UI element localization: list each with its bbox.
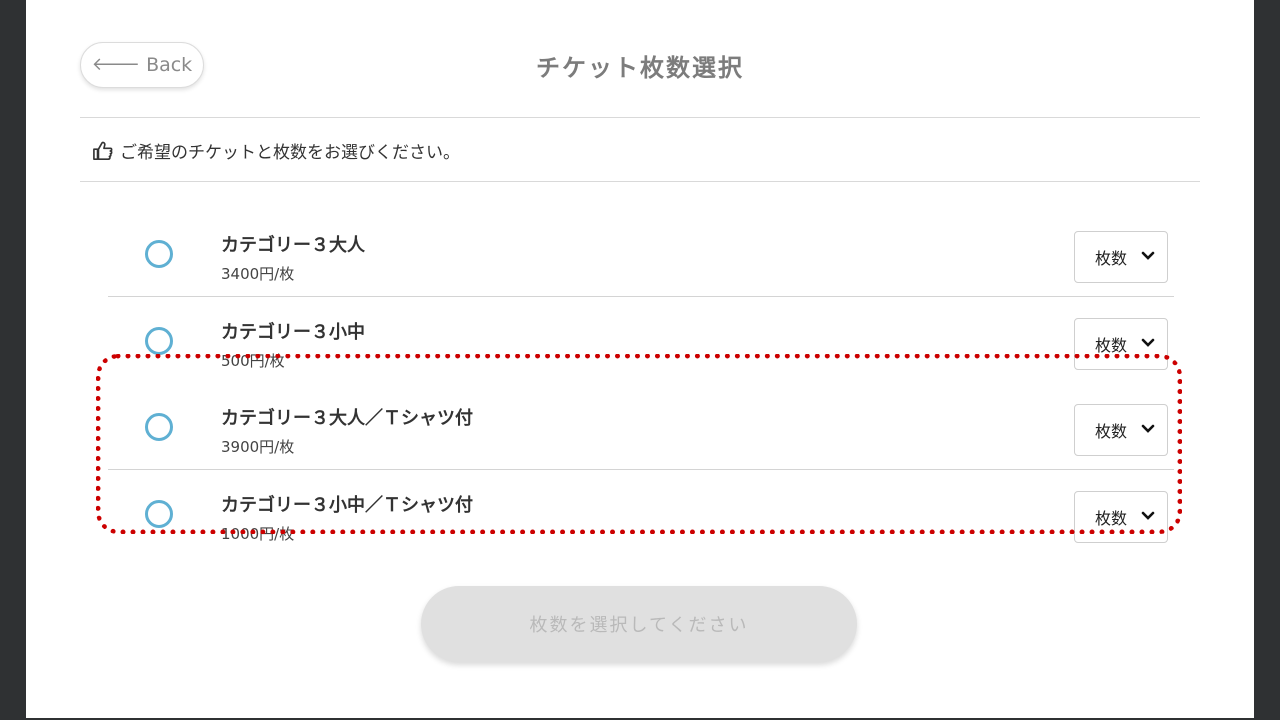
ticket-panel: 🡐 Back チケット枚数選択 ご希望のチケットと枚数をお選びください。 カテゴ… (26, 0, 1254, 718)
quantity-select-label: 枚数 (1095, 249, 1128, 268)
quantity-select-label: 枚数 (1095, 336, 1128, 355)
highlight-annotation (96, 354, 1182, 534)
ticket-name: カテゴリー３大人 (221, 235, 365, 256)
page-title: チケット枚数選択 (536, 54, 744, 82)
instruction-line: ご希望のチケットと枚数をお選びください。 (92, 138, 460, 163)
divider (80, 181, 1200, 182)
chevron-down-icon (1141, 251, 1155, 260)
pointing-hand-icon (93, 141, 113, 160)
divider (80, 117, 1200, 118)
chevron-down-icon (1141, 338, 1155, 347)
ticket-radio[interactable] (145, 240, 173, 268)
ticket-radio[interactable] (145, 327, 173, 355)
ticket-price: 3400円/枚 (221, 265, 295, 283)
ticket-name: カテゴリー３小中 (221, 322, 365, 343)
instruction-text: ご希望のチケットと枚数をお選びください。 (120, 143, 460, 163)
submit-button[interactable]: 枚数を選択してください (421, 586, 857, 662)
ticket-row: カテゴリー３大人 3400円/枚 枚数 (108, 211, 1174, 297)
quantity-select[interactable]: 枚数 (1074, 231, 1168, 283)
